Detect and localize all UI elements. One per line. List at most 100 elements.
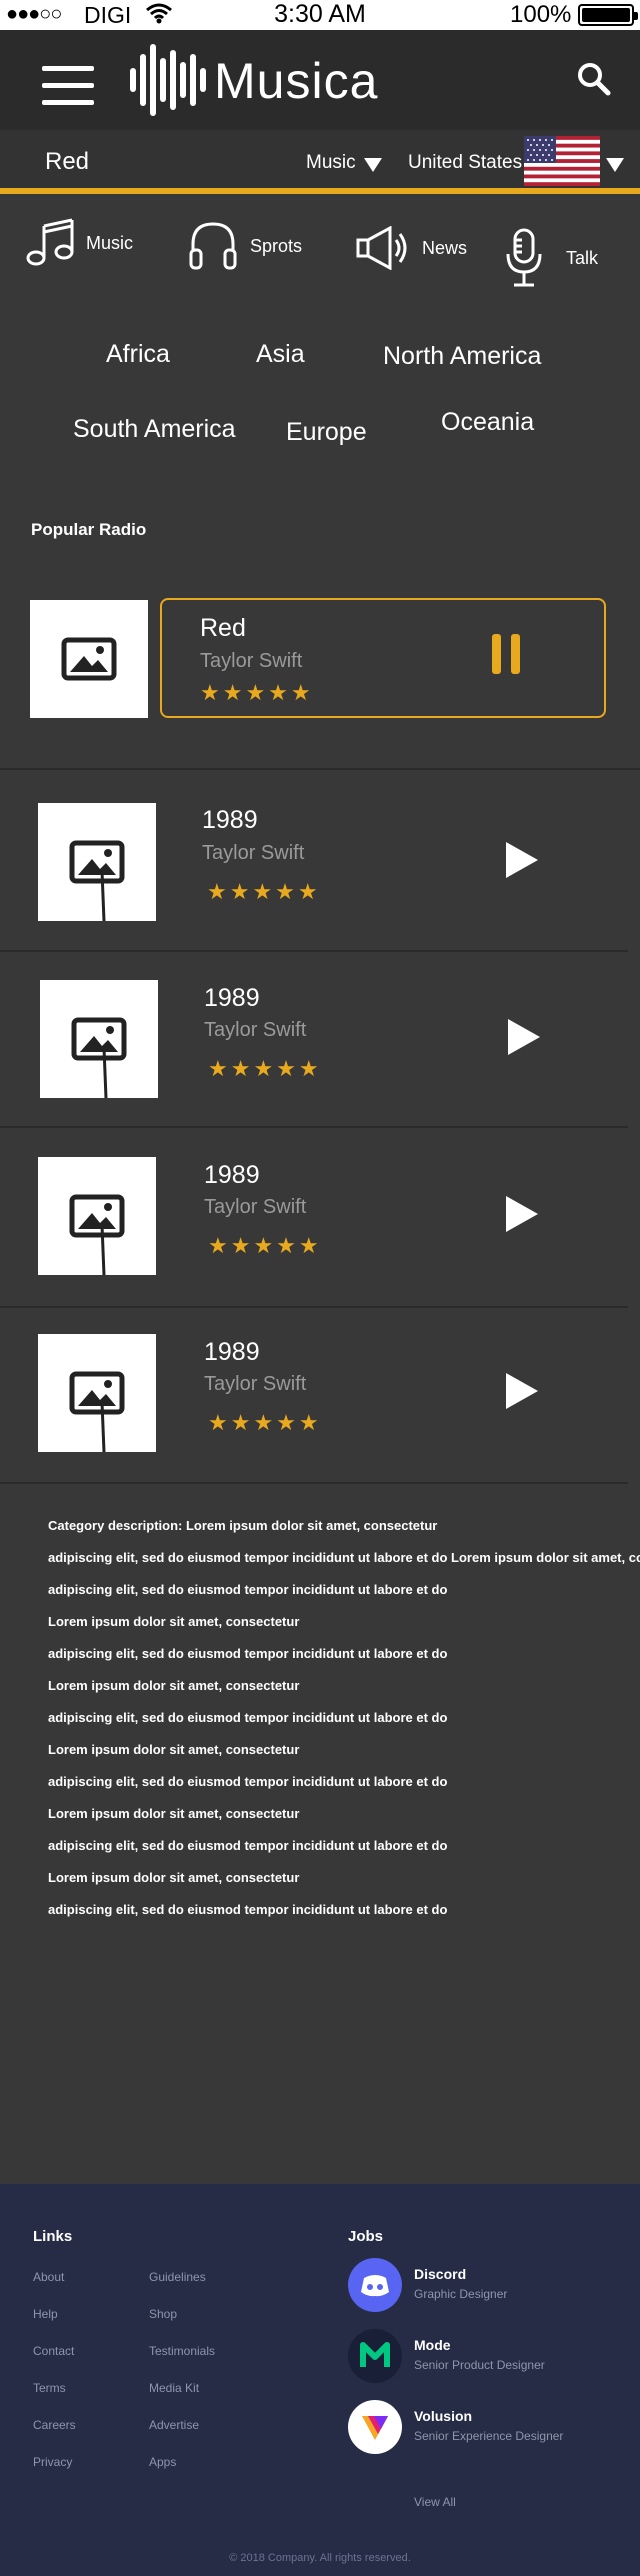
job-company: Discord	[414, 2266, 467, 2282]
genre-dropdown[interactable]: Music	[306, 152, 356, 174]
track-title: 1989	[204, 1338, 260, 1366]
mode-logo-icon	[348, 2329, 402, 2383]
job-role: Senior Product Designer	[414, 2358, 545, 2372]
region-europe[interactable]: Europe	[286, 418, 367, 447]
us-flag-icon[interactable]	[524, 136, 600, 186]
pause-button[interactable]	[490, 632, 522, 676]
category-label: Music	[86, 232, 134, 253]
region-south-america[interactable]: South America	[73, 415, 236, 444]
image-placeholder-icon	[69, 1194, 125, 1276]
description-line: Category description: Lorem ipsum dolor …	[48, 1518, 438, 1533]
description-line: adipiscing elit, sed do eiusmod tempor i…	[48, 1646, 448, 1661]
album-thumbnail[interactable]	[38, 1157, 156, 1276]
job-role: Graphic Designer	[414, 2287, 508, 2301]
job-role: Senior Experience Designer	[414, 2429, 564, 2443]
app-header: Musica	[0, 30, 640, 130]
footer-link-apps[interactable]: Apps	[149, 2455, 176, 2469]
region-asia[interactable]: Asia	[256, 340, 305, 369]
footer-link-privacy[interactable]: Privacy	[33, 2455, 72, 2469]
play-button[interactable]	[504, 840, 540, 880]
chevron-down-icon[interactable]	[606, 158, 624, 172]
music-note-icon	[26, 218, 74, 266]
region-north-america[interactable]: North America	[383, 342, 541, 371]
status-bar: ●●●○○ DIGI 3:30 AM 100%	[0, 0, 640, 30]
album-thumbnail[interactable]	[30, 600, 148, 718]
category-talk[interactable]: Talk	[504, 228, 598, 288]
country-dropdown[interactable]: United States	[408, 152, 522, 174]
description-line: Lorem ipsum dolor sit amet, consectetur	[48, 1678, 300, 1693]
row-divider	[0, 1482, 628, 1484]
battery-icon	[578, 4, 638, 26]
category-description: Category description: Lorem ipsum dolor …	[48, 1518, 640, 1934]
search-icon[interactable]	[577, 62, 611, 96]
description-line: adipiscing elit, sed do eiusmod tempor i…	[48, 1550, 640, 1565]
track-artist: Taylor Swift	[204, 1196, 307, 1218]
image-placeholder-icon	[71, 1017, 127, 1099]
category-label: Sprots	[250, 235, 303, 256]
region-africa[interactable]: Africa	[106, 340, 170, 369]
category-sports[interactable]: Sprots	[188, 220, 302, 272]
album-thumbnail[interactable]	[38, 803, 156, 922]
track-title: 1989	[202, 806, 258, 834]
site-footer: Links About Help Contact Terms Careers P…	[0, 2184, 640, 2576]
category-label: Talk	[566, 247, 599, 268]
footer-link-shop[interactable]: Shop	[149, 2307, 177, 2321]
job-company: Mode	[414, 2337, 451, 2353]
job-company: Volusion	[414, 2408, 473, 2424]
footer-link-media-kit[interactable]: Media Kit	[149, 2381, 199, 2395]
description-line: adipiscing elit, sed do eiusmod tempor i…	[48, 1838, 448, 1853]
rating-stars: ★★★★★	[208, 1233, 322, 1258]
play-button[interactable]	[504, 1194, 540, 1234]
rating-stars: ★★★★★	[200, 680, 314, 705]
footer-link-guidelines[interactable]: Guidelines	[149, 2270, 206, 2284]
chevron-down-icon[interactable]	[364, 158, 382, 172]
footer-links-title: Links	[33, 2228, 73, 2245]
description-line: Lorem ipsum dolor sit amet, consectetur	[48, 1870, 300, 1885]
footer-link-about[interactable]: About	[33, 2270, 64, 2284]
category-news[interactable]: News	[356, 226, 467, 270]
row-divider	[0, 1306, 628, 1308]
image-placeholder-icon	[69, 1371, 125, 1453]
description-line: Lorem ipsum dolor sit amet, consectetur	[48, 1806, 300, 1821]
megaphone-icon	[356, 226, 407, 270]
footer-jobs-title: Jobs	[348, 2228, 384, 2245]
filter-bar: Red Music United States	[0, 130, 640, 194]
footer-link-contact[interactable]: Contact	[33, 2344, 74, 2358]
play-button[interactable]	[506, 1017, 542, 1057]
track-title: Red	[200, 614, 246, 642]
row-divider	[0, 1126, 628, 1128]
hamburger-menu-icon[interactable]	[42, 66, 94, 106]
description-line: adipiscing elit, sed do eiusmod tempor i…	[48, 1582, 448, 1597]
description-line: adipiscing elit, sed do eiusmod tempor i…	[48, 1774, 448, 1789]
image-placeholder-icon	[69, 840, 125, 922]
footer-link-help[interactable]: Help	[33, 2307, 58, 2321]
category-label: News	[422, 237, 468, 258]
rating-stars: ★★★★★	[208, 1410, 322, 1435]
headphones-icon	[189, 222, 237, 270]
page-title: Red	[45, 148, 90, 175]
footer-link-advertise[interactable]: Advertise	[149, 2418, 199, 2432]
row-divider	[0, 768, 640, 770]
track-title: 1989	[204, 984, 260, 1012]
battery-percent: 100%	[510, 1, 572, 28]
description-line: Lorem ipsum dolor sit amet, consectetur	[48, 1742, 300, 1757]
track-artist: Taylor Swift	[200, 650, 303, 672]
region-oceania[interactable]: Oceania	[441, 408, 534, 437]
discord-logo-icon	[348, 2258, 402, 2312]
description-line: adipiscing elit, sed do eiusmod tempor i…	[48, 1710, 448, 1725]
copyright-text: © 2018 Company. All rights reserved.	[229, 2552, 411, 2564]
footer-link-careers[interactable]: Careers	[33, 2418, 76, 2432]
track-artist: Taylor Swift	[204, 1019, 307, 1041]
album-thumbnail[interactable]	[38, 1334, 156, 1453]
footer-link-testimonials[interactable]: Testimonials	[149, 2344, 215, 2358]
footer-link-terms[interactable]: Terms	[33, 2381, 66, 2395]
section-title: Popular Radio	[31, 520, 147, 539]
description-line: adipiscing elit, sed do eiusmod tempor i…	[48, 1902, 448, 1917]
microphone-icon	[506, 228, 542, 287]
volusion-logo-icon	[348, 2400, 402, 2454]
category-music[interactable]: Music	[26, 218, 133, 268]
view-all-jobs-link[interactable]: View All	[414, 2495, 456, 2509]
track-artist: Taylor Swift	[202, 842, 305, 864]
play-button[interactable]	[504, 1371, 540, 1411]
album-thumbnail[interactable]	[40, 980, 158, 1099]
